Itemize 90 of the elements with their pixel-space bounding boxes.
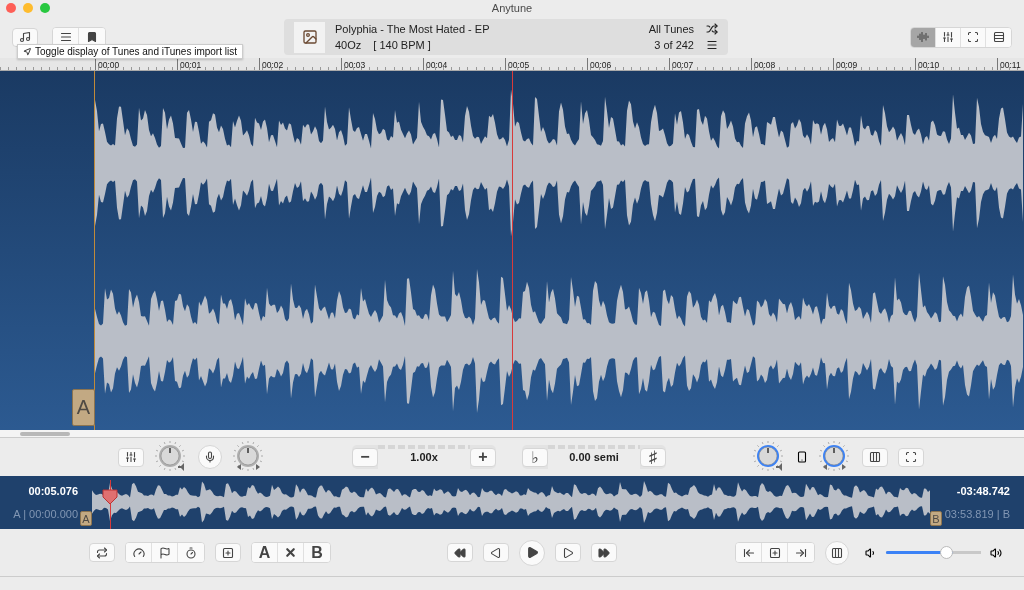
scroll-thumb[interactable] bbox=[20, 431, 70, 436]
tunes-button[interactable] bbox=[12, 27, 38, 47]
list-icon bbox=[59, 31, 72, 43]
time-label: 00:05 bbox=[508, 60, 530, 70]
fast-forward-icon bbox=[598, 546, 610, 559]
grid-icon bbox=[831, 546, 843, 559]
time-label: 00:04 bbox=[426, 60, 448, 70]
arrow-left-icon bbox=[742, 546, 755, 559]
volume-low-icon bbox=[865, 546, 877, 559]
knob[interactable] bbox=[232, 441, 266, 473]
device-icon bbox=[796, 451, 808, 463]
b-point-time: 03:53.819 | B bbox=[944, 507, 1010, 520]
focus-button[interactable] bbox=[898, 447, 924, 467]
loop-icon bbox=[96, 546, 108, 559]
cursor-icon bbox=[23, 47, 32, 56]
focus-icon bbox=[905, 451, 917, 463]
horizontal-scrollbar[interactable] bbox=[0, 430, 1024, 438]
time-label: 00:08 bbox=[754, 60, 776, 70]
list-icon bbox=[706, 39, 718, 51]
timer-icon bbox=[185, 546, 197, 559]
time-label: 00:09 bbox=[836, 60, 858, 70]
artist-name: 40Oz bbox=[335, 39, 362, 51]
time-label: 00:03 bbox=[344, 60, 366, 70]
view-icon bbox=[967, 31, 979, 43]
marker-list-button[interactable] bbox=[825, 540, 849, 565]
time-label: 00:00 bbox=[98, 60, 120, 70]
loop-button[interactable] bbox=[89, 543, 115, 562]
music-note-icon bbox=[19, 31, 31, 43]
fast-forward-button[interactable] bbox=[591, 543, 617, 562]
playlist-name: All Tunes bbox=[648, 23, 694, 35]
time-label: 00:07 bbox=[672, 60, 694, 70]
time-label: 00:10 bbox=[918, 60, 940, 70]
triangle-right-icon bbox=[562, 546, 574, 559]
knob[interactable] bbox=[818, 441, 852, 473]
view-icon bbox=[942, 31, 954, 43]
step-back-button[interactable] bbox=[483, 543, 509, 562]
plus-icon bbox=[768, 546, 781, 559]
sharp-button[interactable]: ♯ bbox=[640, 447, 666, 467]
arrow-right-icon bbox=[795, 546, 807, 559]
columns-icon bbox=[869, 451, 881, 463]
tooltip-text: Toggle display of Tunes and iTunes import list bbox=[35, 46, 237, 57]
knob[interactable] bbox=[752, 441, 786, 473]
set-a-button[interactable]: A bbox=[252, 543, 278, 562]
elapsed-time: 00:05.076 bbox=[28, 485, 78, 498]
plus-icon bbox=[222, 546, 234, 559]
a-point-time: A | 00:00.000 bbox=[13, 507, 78, 520]
eq-button[interactable] bbox=[118, 447, 144, 467]
b-marker[interactable]: B bbox=[930, 511, 942, 526]
play-button[interactable] bbox=[519, 539, 545, 566]
slower-button[interactable]: − bbox=[352, 447, 378, 467]
window-title: Anytune bbox=[491, 2, 533, 14]
start-marker[interactable]: A bbox=[72, 389, 95, 426]
faster-button[interactable]: + bbox=[470, 447, 496, 467]
flag-icon bbox=[158, 546, 171, 559]
step-forward-button[interactable] bbox=[555, 543, 581, 562]
pitch-display: 0.00 semi bbox=[548, 445, 640, 469]
window-close-button[interactable] bbox=[6, 3, 16, 13]
tempo-button[interactable] bbox=[126, 543, 152, 562]
flat-button[interactable]: ♭ bbox=[522, 447, 548, 467]
time-label: 00:11 bbox=[1000, 60, 1021, 70]
add-marker-button[interactable] bbox=[215, 543, 241, 562]
speed-display: 1.00x bbox=[378, 445, 470, 469]
sliders-icon bbox=[125, 451, 137, 463]
a-marker[interactable]: A bbox=[80, 511, 92, 526]
volume-thumb[interactable] bbox=[940, 546, 954, 559]
time-label: 00:06 bbox=[590, 60, 612, 70]
play-icon bbox=[525, 546, 539, 559]
split-button[interactable] bbox=[862, 447, 888, 467]
bpm-label: [ 140 BPM ] bbox=[373, 39, 431, 51]
time-label: 00:02 bbox=[262, 60, 284, 70]
gauge-icon bbox=[132, 546, 145, 559]
shuffle-icon bbox=[706, 23, 718, 35]
bookmark-icon bbox=[86, 31, 98, 43]
playhead-handle-icon[interactable] bbox=[102, 489, 118, 505]
time-label: 00:01 bbox=[180, 60, 202, 70]
view-icon bbox=[992, 31, 1005, 43]
microphone-icon bbox=[204, 451, 216, 463]
triangle-left-icon bbox=[490, 546, 502, 559]
mic-button[interactable] bbox=[198, 445, 222, 469]
track-title: Polyphia - The Most Hated - EP bbox=[335, 23, 490, 35]
previous-marker-button[interactable] bbox=[736, 543, 762, 562]
rewind-icon bbox=[454, 546, 466, 559]
view-icon bbox=[917, 31, 929, 43]
remaining-time: -03:48.742 bbox=[956, 485, 1010, 498]
track-position: 3 of 242 bbox=[654, 39, 694, 51]
knob[interactable] bbox=[154, 441, 188, 473]
rewind-button[interactable] bbox=[447, 543, 473, 562]
close-icon bbox=[284, 546, 297, 559]
volume-high-icon bbox=[990, 546, 1002, 559]
album-art-placeholder bbox=[294, 21, 325, 53]
